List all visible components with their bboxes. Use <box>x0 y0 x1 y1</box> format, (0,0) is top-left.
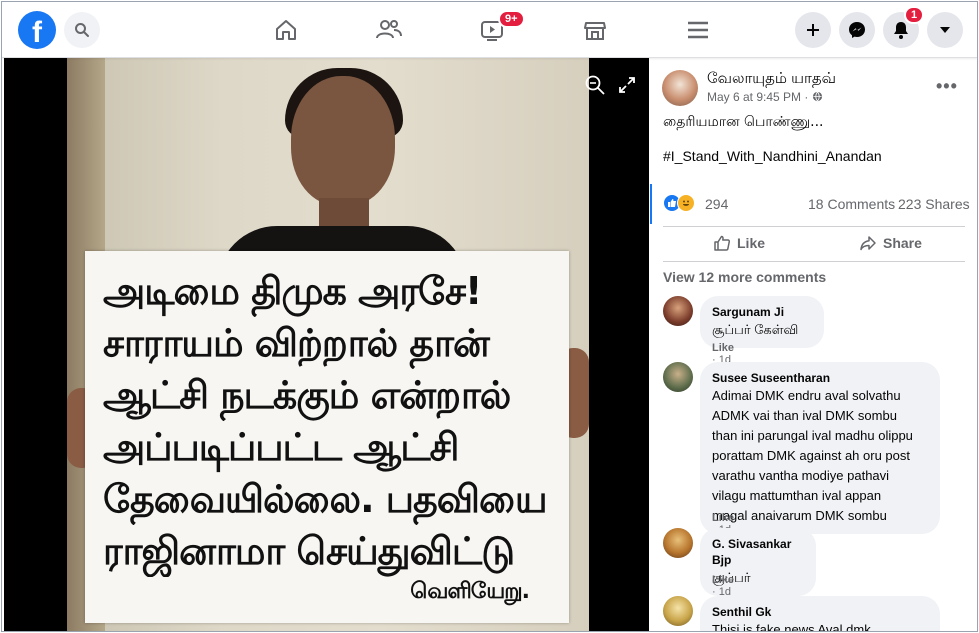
commenter-name[interactable]: G. Sivasankar Bjp <box>712 536 804 568</box>
like-label: Like <box>737 235 766 251</box>
zoom-icon <box>585 75 605 95</box>
globe-icon <box>812 91 822 102</box>
author-avatar[interactable] <box>662 70 698 106</box>
author-name[interactable]: வேலாயுதம் யாதவ் <box>707 70 836 89</box>
placard-line: சாராயம் விற்றால் தான் <box>103 321 490 365</box>
commenter-name[interactable]: Senthil Gk <box>712 604 928 620</box>
fullscreen-button[interactable] <box>614 72 640 98</box>
placard-line: ராஜினாமா செய்துவிட்டு <box>103 529 515 573</box>
comment-bubble: Sargunam Ji சூப்பர் கேள்வி <box>700 296 824 348</box>
post-action-bar: Like Share <box>663 226 965 262</box>
comment-text-line: varathu vantha modiye pathavi <box>712 468 890 483</box>
commenter-name[interactable]: Sargunam Ji <box>712 304 812 320</box>
comments-count[interactable]: 18 Comments <box>808 196 895 212</box>
post-time-text: May 6 at 9:45 PM · <box>707 90 812 104</box>
search-button[interactable] <box>64 12 100 48</box>
share-button[interactable]: Share <box>859 234 922 252</box>
messenger-icon <box>849 22 865 38</box>
messenger-button[interactable] <box>839 12 875 48</box>
nav-home[interactable] <box>270 14 302 46</box>
comment-like-link[interactable]: Like <box>712 342 734 354</box>
comment-text-line: than ini parungal ival madhu olippu <box>712 428 913 443</box>
post-text: தைரியமான பொண்ணு... <box>663 114 824 130</box>
post-photo: அடிமை திமுக அரசே! சாராயம் விற்றால் தான் … <box>67 58 589 631</box>
top-navigation-bar: f 9+ 1 <box>2 2 977 58</box>
placard-line: தேவையில்லை. பதவியை <box>103 477 548 521</box>
share-label: Share <box>883 235 922 251</box>
thumbs-up-icon <box>714 235 731 251</box>
notifications-badge: 1 <box>904 6 925 24</box>
nav-menu[interactable] <box>682 14 714 46</box>
comment-text: சூப்பர் கேள்வி <box>712 322 799 337</box>
photo-viewer: அடிமை திமுக அரசே! சாராயம் விற்றால் தான் … <box>4 58 649 631</box>
marketplace-icon <box>584 22 606 40</box>
comment-like-link[interactable]: Like <box>712 574 734 586</box>
reaction-icons[interactable] <box>663 194 695 212</box>
post-details-panel: வேலாயுதம் யாதவ் May 6 at 9:45 PM · ••• த… <box>650 58 977 632</box>
zoom-button[interactable] <box>582 72 608 98</box>
expand-icon <box>619 77 635 93</box>
post-hashtag[interactable]: #I_Stand_With_Nandhini_Anandan <box>663 148 882 164</box>
reaction-count[interactable]: 294 <box>705 196 728 212</box>
comment-bubble: Senthil Gk Thisi is fake news Aval dmk <box>700 596 940 632</box>
comment-text: Thisi is fake news Aval dmk <box>712 622 871 632</box>
placard-line: அடிமை திமுக அரசே! <box>103 269 482 313</box>
browser-frame: f 9+ 1 அடிமை திமுக அரசே! சாராயம் விற்றால… <box>1 1 978 632</box>
comment-like-link[interactable]: Like <box>712 512 734 524</box>
share-icon <box>860 236 876 251</box>
comment-text-line: vilagu mattumthan ival appan <box>712 488 882 503</box>
commenter-avatar[interactable] <box>663 362 693 392</box>
search-icon <box>75 23 89 37</box>
comment-text-line: Adimai DMK endru aval solvathu <box>712 388 901 403</box>
nav-marketplace[interactable] <box>579 14 611 46</box>
commenter-avatar[interactable] <box>663 528 693 558</box>
friends-icon <box>376 20 402 39</box>
protest-placard: அடிமை திமுக அரசே! சாராயம் விற்றால் தான் … <box>85 251 569 623</box>
commenter-avatar[interactable] <box>663 296 693 326</box>
nav-friends[interactable] <box>373 14 405 46</box>
shares-count[interactable]: 223 Shares <box>898 196 970 212</box>
like-button[interactable]: Like <box>713 234 765 252</box>
more-options-button[interactable]: ••• <box>936 76 958 97</box>
placard-line: வெளியேறு. <box>410 579 530 604</box>
post-timestamp[interactable]: May 6 at 9:45 PM · <box>707 90 823 104</box>
home-icon <box>276 20 296 40</box>
menu-icon <box>688 21 708 39</box>
bell-icon <box>894 22 908 39</box>
view-more-comments-link[interactable]: View 12 more comments <box>663 269 826 285</box>
comment-text-line: magal anaivarum DMK sombu <box>712 508 887 523</box>
haha-reaction-icon <box>677 194 695 212</box>
commenter-name[interactable]: Susee Suseentharan <box>712 370 928 386</box>
create-button[interactable] <box>795 12 831 48</box>
account-menu-button[interactable] <box>927 12 963 48</box>
comment-text-line: ADMK vai than ival DMK sombu <box>712 408 897 423</box>
caret-down-icon <box>940 27 950 33</box>
placard-line: ஆட்சி நடக்கும் என்றால் <box>103 373 511 417</box>
plus-icon <box>807 24 819 36</box>
comment-meta: Like · 1d <box>712 574 734 598</box>
comment-text-line: porattam DMK against ah oru post <box>712 448 910 463</box>
placard-line: அப்படிப்பட்ட ஆட்சி <box>103 425 459 469</box>
comment-bubble: Susee Suseentharan Adimai DMK endru aval… <box>700 362 940 534</box>
facebook-logo[interactable]: f <box>18 11 56 49</box>
commenter-avatar[interactable] <box>663 596 693 626</box>
watch-badge: 9+ <box>498 10 525 28</box>
